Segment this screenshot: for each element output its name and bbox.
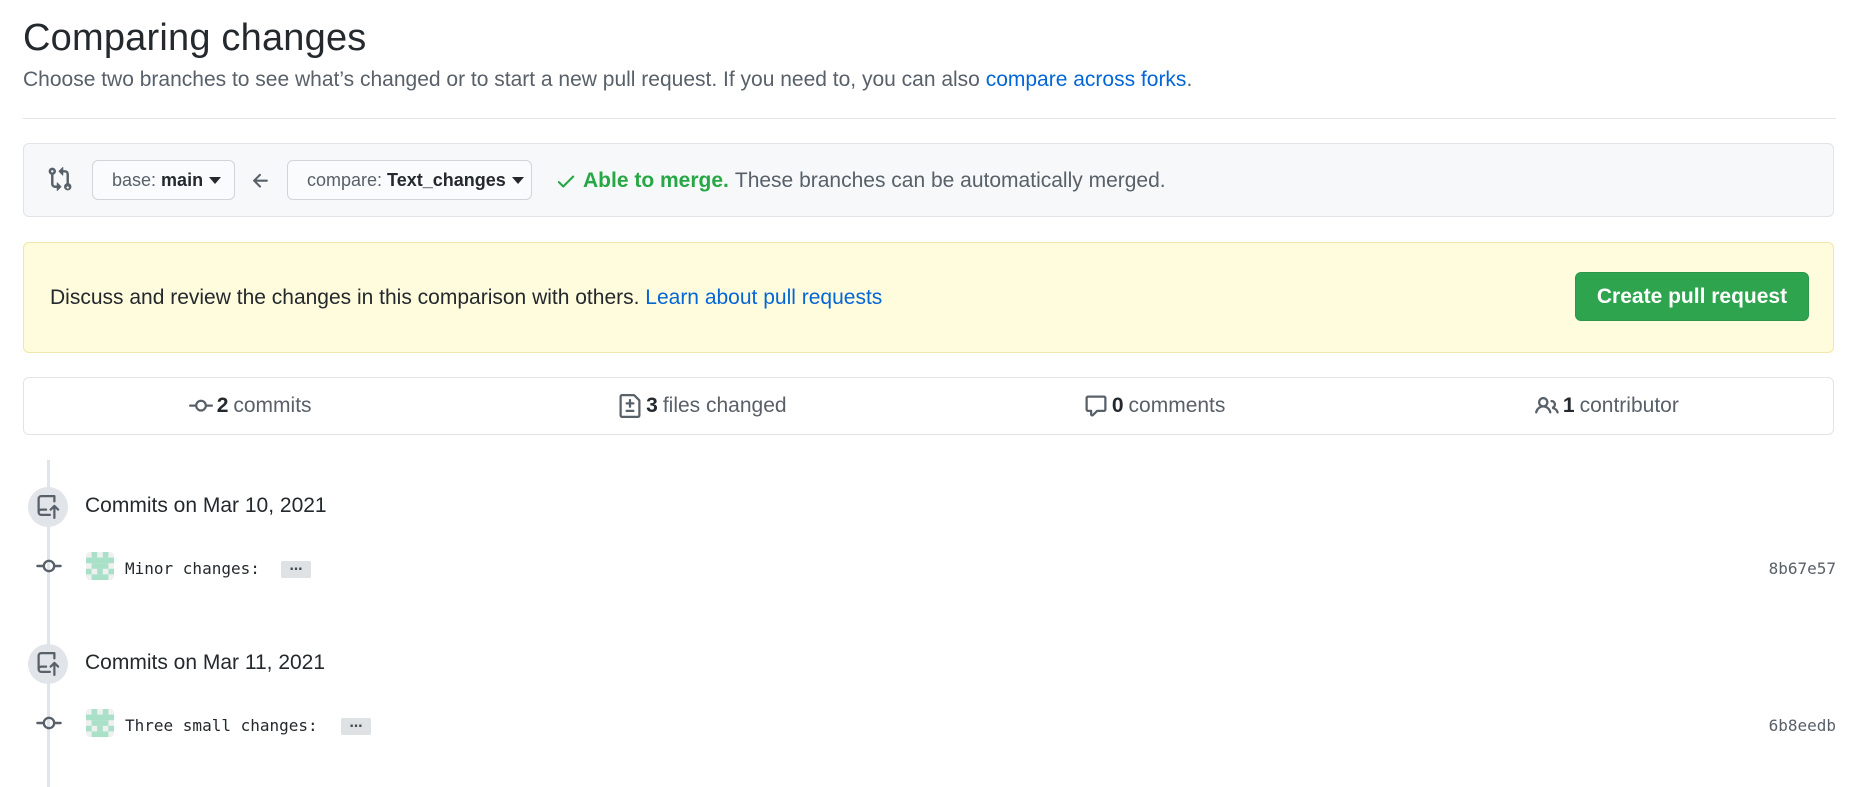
git-commit-icon — [36, 716, 62, 730]
base-label: base: — [112, 169, 157, 190]
merge-description: These branches can be automatically merg… — [734, 169, 1166, 192]
commit-message-link[interactable]: Three small changes: — [125, 715, 318, 737]
files-count: 3 — [646, 394, 658, 417]
repo-push-badge — [28, 487, 68, 527]
summary-files-changed[interactable]: 3 files changed — [476, 378, 928, 434]
flash-message: Discuss and review the changes in this c… — [50, 284, 882, 312]
arrow-left-icon — [253, 173, 268, 188]
people-icon — [1535, 396, 1559, 414]
git-commit-icon — [188, 399, 213, 412]
avatar[interactable] — [86, 709, 114, 737]
commits-count: 2 — [216, 394, 229, 417]
caret-down-icon — [511, 176, 524, 184]
avatar[interactable] — [86, 552, 114, 580]
commit-group-date: Commits on Mar 10, 2021 — [85, 494, 327, 517]
base-branch-name: main — [161, 169, 204, 190]
merge-status: Able to merge. These branches can be aut… — [555, 168, 1166, 194]
comment-icon — [1085, 395, 1107, 417]
caret-down-icon — [209, 176, 222, 184]
pull-request-flash: Discuss and review the changes in this c… — [23, 242, 1834, 353]
compare-branch-name: Text_changes — [387, 169, 506, 190]
page-subtitle: Choose two branches to see what’s change… — [23, 66, 1192, 94]
commit-sha-link[interactable]: 6b8eedb — [1769, 715, 1836, 737]
header-divider — [23, 118, 1836, 119]
summary-contributors[interactable]: 1 contributor — [1381, 378, 1833, 434]
commit-group-date: Commits on Mar 11, 2021 — [85, 651, 326, 674]
range-editor: base: main compare: Text_changes Able to… — [23, 143, 1834, 217]
compare-branch-select[interactable]: compare: Text_changes — [287, 160, 532, 200]
subtitle-text: Choose two branches to see what’s change… — [23, 68, 986, 91]
commit-message-link[interactable]: Minor changes: — [125, 558, 260, 580]
flash-text: Discuss and review the changes in this c… — [50, 286, 646, 309]
summary-comments[interactable]: 0 comments — [929, 378, 1381, 434]
repo-push-icon — [37, 652, 60, 676]
compare-label: compare: — [307, 169, 383, 190]
commit-sha-link[interactable]: 8b67e57 — [1769, 558, 1836, 580]
contributors-label: contributor — [1579, 394, 1679, 417]
learn-about-pull-requests-link[interactable]: Learn about pull requests — [645, 286, 882, 309]
commit-expand-button[interactable]: … — [341, 717, 371, 735]
numbers-summary: 2 commits 3 files changed 0 comments 1 c… — [23, 377, 1834, 435]
commits-label: commits — [233, 394, 312, 417]
check-icon — [557, 175, 575, 188]
repo-push-badge — [28, 644, 68, 684]
commit-expand-button[interactable]: … — [281, 560, 311, 578]
page-title: Comparing changes — [23, 17, 367, 59]
create-pull-request-button[interactable]: Create pull request — [1575, 272, 1809, 321]
subtitle-end: . — [1186, 68, 1193, 91]
compare-across-forks-link[interactable]: compare across forks — [986, 68, 1187, 91]
git-compare-icon — [48, 166, 72, 192]
base-branch-select[interactable]: base: main — [92, 160, 235, 200]
contributors-count: 1 — [1562, 394, 1575, 417]
comments-label: comments — [1128, 394, 1226, 417]
merge-ok-text: Able to merge. — [583, 169, 729, 192]
files-label: files changed — [662, 394, 787, 417]
file-diff-icon — [619, 394, 641, 418]
summary-commits[interactable]: 2 commits — [24, 378, 476, 434]
repo-push-icon — [37, 495, 60, 519]
comments-count: 0 — [1111, 394, 1124, 417]
git-commit-icon — [36, 559, 62, 573]
